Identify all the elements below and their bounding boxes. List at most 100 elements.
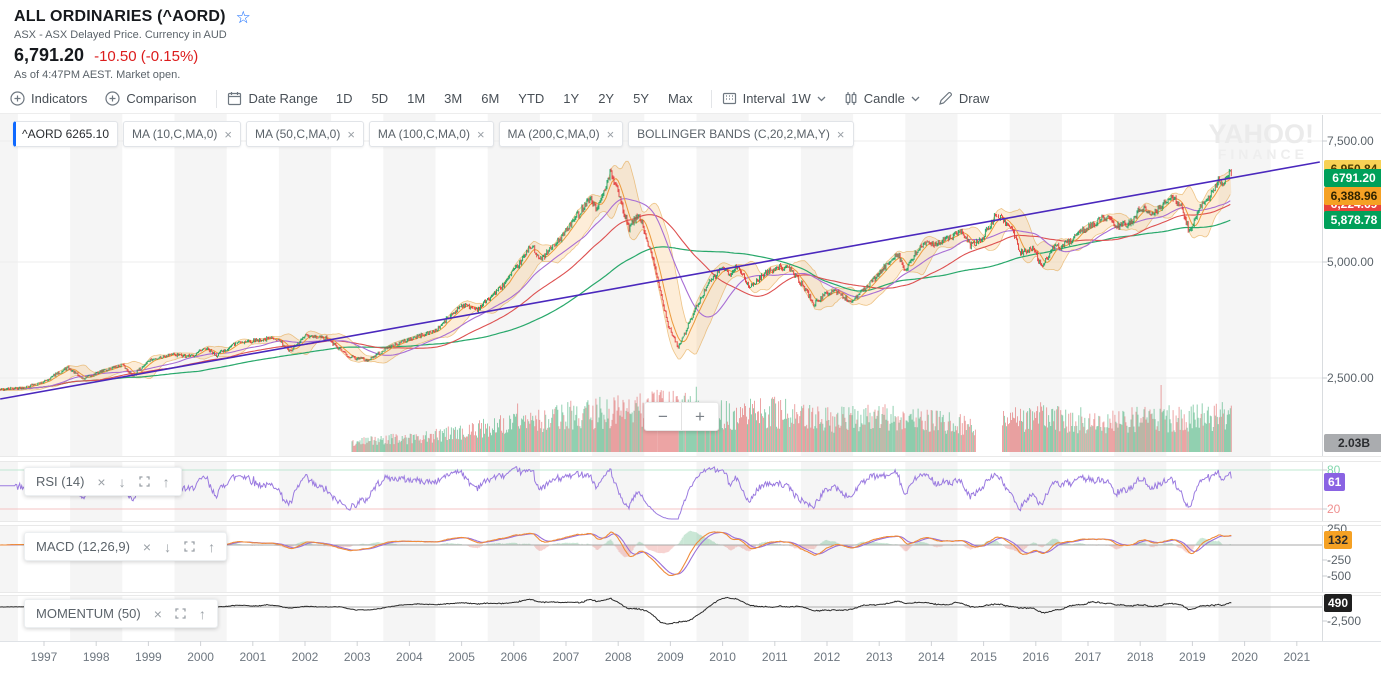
- x-axis-year-label: 2007: [553, 650, 580, 664]
- range-button-max[interactable]: Max: [668, 91, 693, 106]
- symbol-legend-label: ^AORD 6265.10: [22, 127, 109, 141]
- favorite-star-icon[interactable]: ☆: [236, 9, 251, 26]
- interval-value: 1W: [791, 91, 811, 106]
- x-axis-year-label: 2021: [1283, 650, 1310, 664]
- x-axis-year-label: 2004: [396, 650, 423, 664]
- svg-text:FINANCE: FINANCE: [1218, 146, 1308, 162]
- yahoo-finance-chart-page: ALL ORDINARIES (^AORD) ☆ ASX - ASX Delay…: [0, 0, 1381, 679]
- range-button-5y[interactable]: 5Y: [633, 91, 649, 106]
- range-button-1m[interactable]: 1M: [407, 91, 425, 106]
- indicator-legend-label: MA (100,C,MA,0): [378, 127, 470, 141]
- indicator-legend-chip-4[interactable]: BOLLINGER BANDS (C,20,2,MA,Y) ×: [628, 121, 853, 147]
- arrow-up-icon[interactable]: ↑: [163, 475, 170, 489]
- svg-text:YAHOO!: YAHOO!: [1208, 119, 1314, 149]
- indicator-legend-chip-0[interactable]: MA (10,C,MA,0)×: [123, 121, 241, 147]
- range-button-2y[interactable]: 2Y: [598, 91, 614, 106]
- page-title: ALL ORDINARIES (^AORD): [14, 8, 226, 26]
- close-icon[interactable]: ×: [154, 607, 162, 621]
- arrow-up-icon[interactable]: ↑: [208, 540, 215, 554]
- x-axis-year-label: 2013: [866, 650, 893, 664]
- x-axis-year-label: 2020: [1231, 650, 1258, 664]
- x-axis-year-label: 2010: [709, 650, 736, 664]
- x-axis-year-label: 2008: [605, 650, 632, 664]
- indicator-legend-label: BOLLINGER BANDS (C,20,2,MA,Y): [637, 127, 830, 141]
- axis-value-badge: 5,878.78: [1324, 211, 1381, 229]
- toolbar-divider: [711, 90, 712, 108]
- x-axis-year-label: 2017: [1075, 650, 1102, 664]
- axis-tick-label: -2,500: [1327, 614, 1361, 628]
- close-icon[interactable]: ×: [607, 128, 615, 141]
- rsi-chip[interactable]: RSI (14) × ↓ ↑: [24, 467, 182, 496]
- indicator-legend-chip-2[interactable]: MA (100,C,MA,0) ×: [369, 121, 494, 147]
- expand-icon[interactable]: [139, 476, 150, 487]
- pencil-icon: [938, 91, 953, 106]
- x-axis-year-label: 2003: [344, 650, 371, 664]
- draw-label: Draw: [959, 91, 989, 106]
- x-axis-year-label: 2012: [814, 650, 841, 664]
- symbol-legend-chip[interactable]: ^AORD 6265.10: [13, 121, 118, 147]
- macd-chip[interactable]: MACD (12,26,9) × ↓ ↑: [24, 532, 227, 561]
- interval-label: Interval: [743, 91, 786, 106]
- x-axis-year-label: 2002: [292, 650, 319, 664]
- close-icon[interactable]: ×: [347, 128, 355, 141]
- momentum-chip[interactable]: MOMENTUM (50) × ↑: [24, 599, 218, 628]
- zoom-controls: − +: [644, 402, 719, 431]
- x-axis-year-label: 1999: [135, 650, 162, 664]
- quote-header: ALL ORDINARIES (^AORD) ☆ ASX - ASX Delay…: [14, 8, 251, 81]
- zoom-out-button[interactable]: −: [645, 403, 681, 430]
- draw-button[interactable]: Draw: [938, 91, 989, 106]
- x-axis-year-label: 2006: [500, 650, 527, 664]
- axis-tick-label: -250: [1327, 553, 1351, 567]
- chevron-down-icon: [817, 96, 826, 102]
- expand-icon[interactable]: [184, 541, 195, 552]
- axis-tick-label: 7,500.00: [1327, 134, 1374, 148]
- arrow-up-icon[interactable]: ↑: [199, 607, 206, 621]
- x-axis-year-label: 2014: [918, 650, 945, 664]
- x-axis-year-label: 2011: [762, 650, 788, 664]
- x-axis-year-label: 1998: [83, 650, 110, 664]
- indicator-legend-chip-3[interactable]: MA (200,C,MA,0)×: [499, 121, 624, 147]
- plus-circle-icon: [10, 91, 25, 106]
- candle-icon: [844, 91, 858, 106]
- price-change: -10.50 (-0.15%): [94, 48, 198, 65]
- range-button-ytd[interactable]: YTD: [518, 91, 544, 106]
- chart-type-dropdown[interactable]: Candle: [844, 91, 920, 106]
- expand-icon[interactable]: [175, 608, 186, 619]
- zoom-in-button[interactable]: +: [682, 403, 718, 430]
- x-axis-year-label: 2000: [187, 650, 214, 664]
- indicators-button[interactable]: Indicators: [10, 91, 87, 106]
- calendar-icon: [227, 91, 242, 106]
- rsi-chip-label: RSI (14): [36, 474, 84, 489]
- comparison-button[interactable]: Comparison: [105, 91, 196, 106]
- indicators-label: Indicators: [31, 91, 87, 106]
- as-of-timestamp: As of 4:47PM AEST. Market open.: [14, 69, 251, 81]
- axis-value-badge: 2.03B: [1324, 434, 1381, 452]
- range-button-1y[interactable]: 1Y: [563, 91, 579, 106]
- x-axis-year-label: 2015: [970, 650, 997, 664]
- current-price: 6,791.20: [14, 45, 84, 66]
- range-buttons: 1D 5D 1M 3M 6M YTD 1Y 2Y 5Y Max: [336, 91, 693, 106]
- axis-tick-label: 20: [1327, 502, 1340, 516]
- indicator-legend-chip-1[interactable]: MA (50,C,MA,0)×: [246, 121, 364, 147]
- range-button-6m[interactable]: 6M: [481, 91, 499, 106]
- axis-value-badge: 6791.20: [1324, 169, 1381, 187]
- range-button-5d[interactable]: 5D: [371, 91, 388, 106]
- close-icon[interactable]: ×: [837, 128, 845, 141]
- arrow-down-icon[interactable]: ↓: [164, 540, 171, 554]
- arrow-down-icon[interactable]: ↓: [119, 475, 126, 489]
- axis-value-badge: 490: [1324, 594, 1352, 612]
- close-icon[interactable]: ×: [224, 128, 232, 141]
- close-icon[interactable]: ×: [477, 128, 485, 141]
- axis-tick-label: -500: [1327, 569, 1351, 583]
- date-range-label: Date Range: [248, 91, 317, 106]
- range-button-1d[interactable]: 1D: [336, 91, 353, 106]
- toolbar-border: [0, 113, 1381, 114]
- range-button-3m[interactable]: 3M: [444, 91, 462, 106]
- axis-value-badge: 6,388.96: [1324, 187, 1381, 205]
- x-axis-year-label: 2001: [239, 650, 266, 664]
- interval-dropdown[interactable]: Interval 1W: [722, 91, 826, 106]
- close-icon[interactable]: ×: [97, 475, 105, 489]
- close-icon[interactable]: ×: [143, 540, 151, 554]
- date-range-button[interactable]: Date Range: [227, 91, 317, 106]
- axis-tick-label: 2,500.00: [1327, 371, 1374, 385]
